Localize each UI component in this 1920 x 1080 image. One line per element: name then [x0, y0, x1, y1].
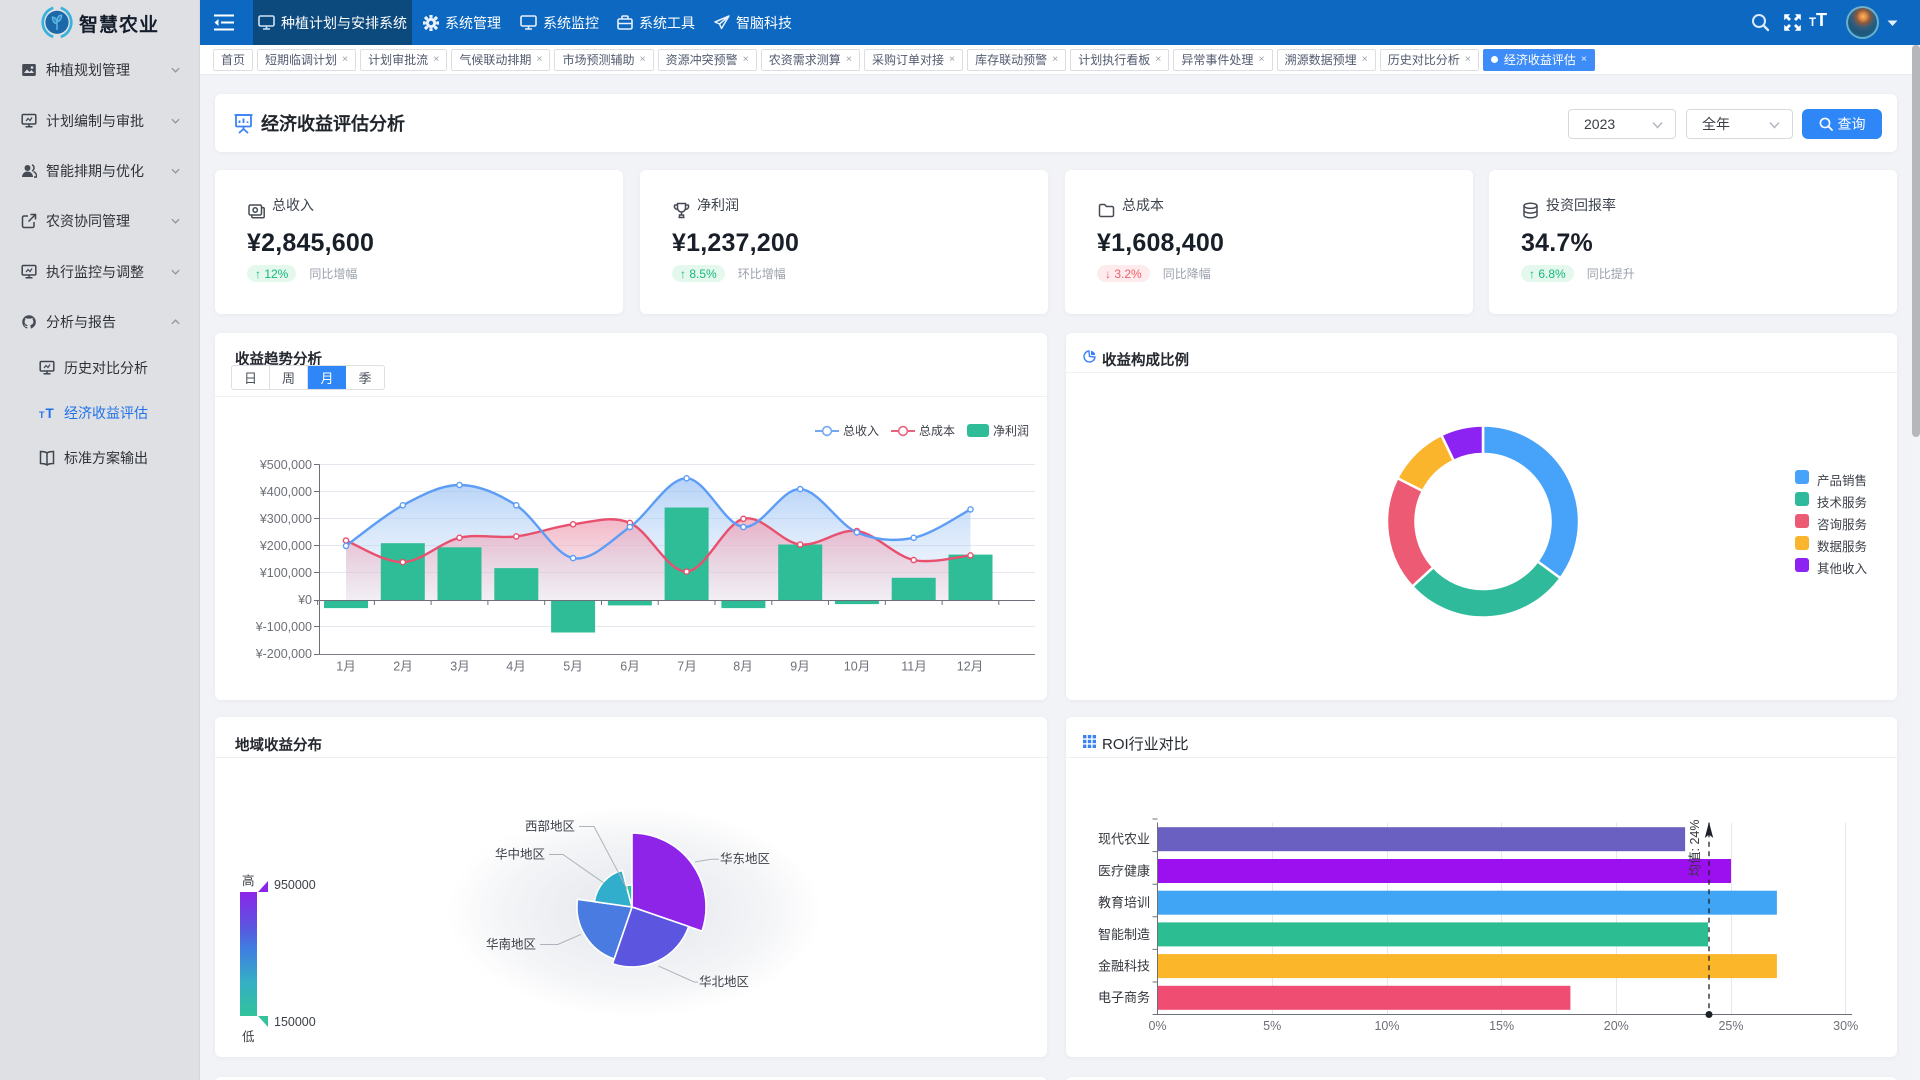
- svg-text:10月: 10月: [844, 660, 870, 674]
- svg-text:11月: 11月: [901, 660, 926, 674]
- svg-text:电子商务: 电子商务: [1098, 990, 1150, 1005]
- svg-text:华北地区: 华北地区: [699, 974, 749, 989]
- svg-text:金融科技: 金融科技: [1098, 959, 1150, 974]
- svg-text:教育培训: 教育培训: [1098, 895, 1150, 910]
- svg-text:12月: 12月: [957, 660, 983, 674]
- svg-text:30%: 30%: [1833, 1019, 1858, 1033]
- svg-text:20%: 20%: [1604, 1019, 1629, 1033]
- svg-text:智能制造: 智能制造: [1098, 927, 1150, 942]
- svg-text:0%: 0%: [1148, 1019, 1166, 1033]
- svg-text:15%: 15%: [1489, 1019, 1514, 1033]
- svg-text:3月: 3月: [450, 660, 469, 674]
- svg-text:9月: 9月: [790, 660, 809, 674]
- svg-text:¥300,000: ¥300,000: [259, 512, 312, 526]
- svg-text:7月: 7月: [677, 660, 696, 674]
- svg-text:¥-200,000: ¥-200,000: [255, 647, 312, 661]
- svg-text:5月: 5月: [563, 660, 582, 674]
- svg-text:¥100,000: ¥100,000: [259, 566, 312, 580]
- svg-text:8月: 8月: [733, 660, 752, 674]
- svg-text:6月: 6月: [620, 660, 639, 674]
- svg-text:T: T: [39, 410, 45, 420]
- svg-text:¥200,000: ¥200,000: [259, 539, 312, 553]
- svg-text:现代农业: 现代农业: [1098, 832, 1150, 847]
- svg-text:华中地区: 华中地区: [495, 847, 545, 862]
- svg-text:5%: 5%: [1263, 1019, 1281, 1033]
- svg-text:¥500,000: ¥500,000: [259, 458, 312, 472]
- svg-text:西部地区: 西部地区: [525, 819, 575, 834]
- svg-text:医疗健康: 医疗健康: [1098, 863, 1150, 878]
- svg-text:华南地区: 华南地区: [486, 937, 536, 952]
- svg-text:10%: 10%: [1374, 1019, 1399, 1033]
- svg-text:25%: 25%: [1718, 1019, 1743, 1033]
- svg-text:T: T: [46, 406, 55, 421]
- svg-text:¥-100,000: ¥-100,000: [255, 620, 312, 634]
- svg-text:1月: 1月: [336, 660, 355, 674]
- svg-text:均值: 24%: 均值: 24%: [1687, 820, 1702, 877]
- svg-text:华东地区: 华东地区: [720, 851, 770, 866]
- svg-text:4月: 4月: [506, 660, 525, 674]
- svg-text:¥400,000: ¥400,000: [259, 485, 312, 499]
- svg-text:¥0: ¥0: [297, 593, 312, 607]
- svg-text:2月: 2月: [393, 660, 412, 674]
